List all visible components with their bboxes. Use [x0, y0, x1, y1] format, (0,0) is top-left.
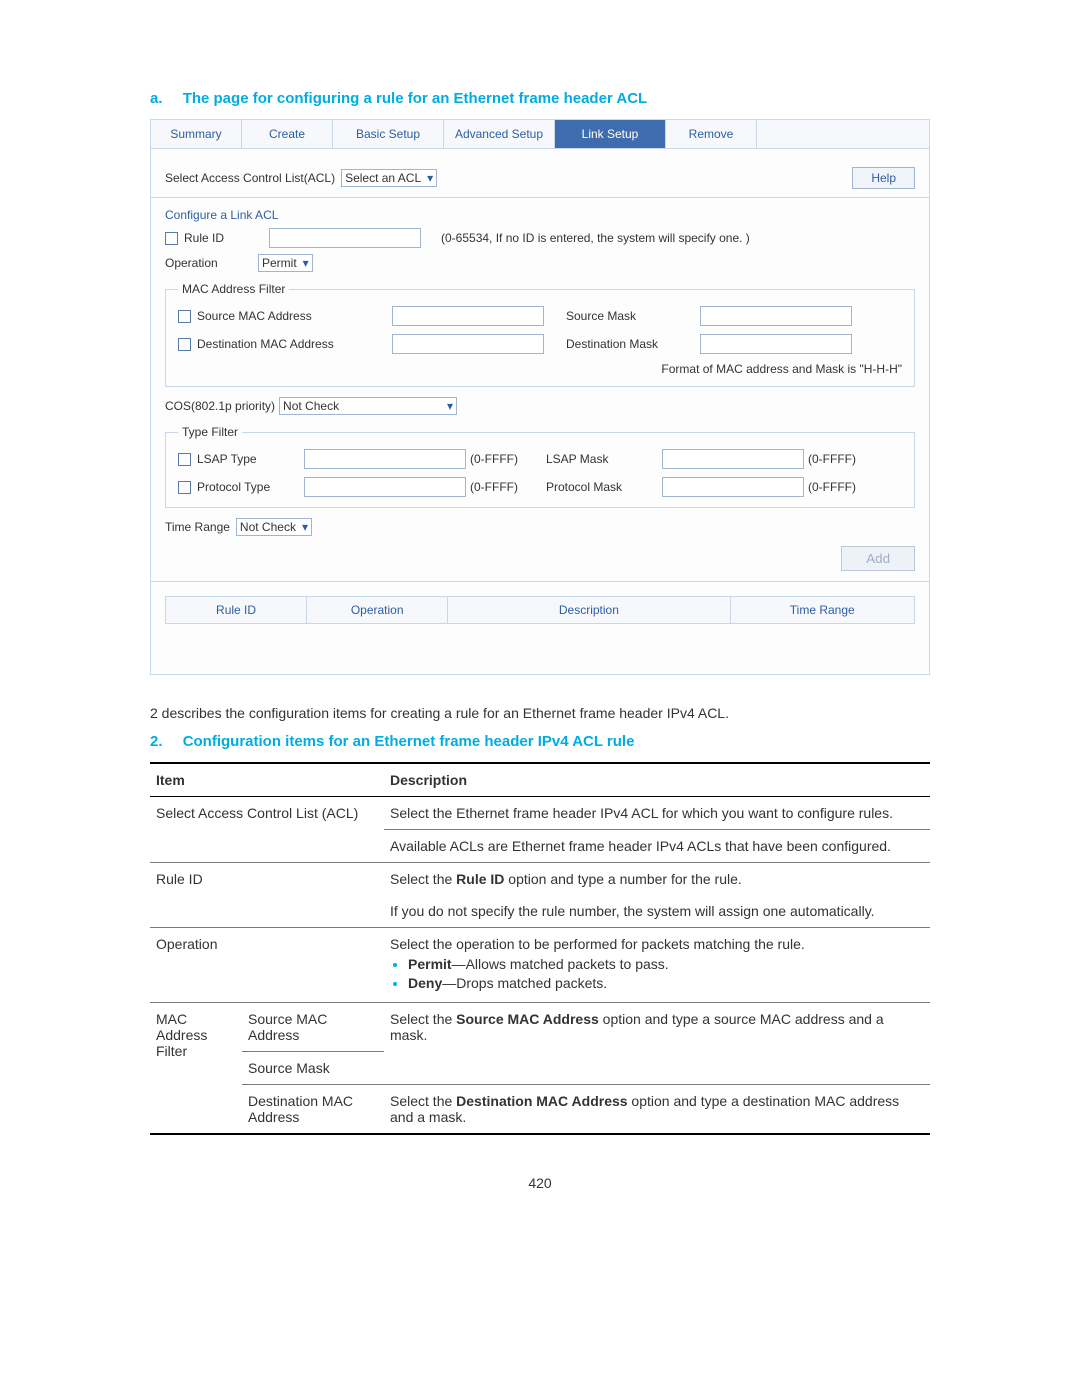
- lsap-type-range: (0-FFFF): [470, 452, 540, 466]
- mac-address-filter-group: MAC Address Filter Source MAC Address So…: [165, 282, 915, 387]
- cell-select-acl-desc2: Available ACLs are Ethernet frame header…: [384, 830, 930, 863]
- protocol-type-checkbox[interactable]: [178, 481, 191, 494]
- rule-id-label: Rule ID: [184, 231, 259, 245]
- operation-label: Operation: [165, 256, 258, 270]
- protocol-type-range: (0-FFFF): [470, 480, 540, 494]
- source-mac-label: Source MAC Address: [197, 309, 312, 323]
- chevron-down-icon: ▾: [303, 256, 309, 270]
- help-button[interactable]: Help: [852, 167, 915, 189]
- cell-mac-filter-group: MAC Address Filter: [150, 1003, 242, 1135]
- col-rule-id: Rule ID: [166, 597, 307, 623]
- type-filter-group: Type Filter LSAP Type (0-FFFF) LSAP Mask…: [165, 425, 915, 508]
- time-range-label: Time Range: [165, 520, 230, 534]
- chevron-down-icon: ▾: [302, 520, 308, 534]
- cell-rule-id-desc2: If you do not specify the rule number, t…: [384, 895, 930, 928]
- lsap-mask-label: LSAP Mask: [546, 452, 656, 466]
- dest-mask-input[interactable]: [700, 334, 852, 354]
- cos-label: COS(802.1p priority): [165, 399, 275, 413]
- rule-id-hint: (0-65534, If no ID is entered, the syste…: [441, 231, 750, 245]
- th-description: Description: [384, 763, 930, 797]
- protocol-mask-input[interactable]: [662, 477, 804, 497]
- source-mask-label: Source Mask: [566, 309, 686, 323]
- cell-operation-desc: Select the operation to be performed for…: [384, 928, 930, 1003]
- tab-remove[interactable]: Remove: [666, 120, 757, 148]
- rule-id-input[interactable]: [269, 228, 421, 248]
- dest-mask-label: Destination Mask: [566, 337, 686, 351]
- table-caption: 2. Configuration items for an Ethernet f…: [150, 733, 930, 750]
- acl-select-label: Select Access Control List(ACL): [165, 171, 335, 185]
- cell-operation: Operation: [150, 928, 384, 1003]
- chevron-down-icon: ▾: [447, 399, 453, 413]
- time-range-select[interactable]: Not Check ▾: [236, 518, 312, 536]
- rule-id-checkbox[interactable]: [165, 232, 178, 245]
- table-caption-text: Configuration items for an Ethernet fram…: [183, 733, 635, 750]
- cell-dest-mac: Destination MAC Address: [242, 1085, 384, 1135]
- tab-spacer: [757, 120, 929, 148]
- table-caption-marker: 2.: [150, 733, 163, 750]
- cell-dest-mac-desc: Select the Destination MAC Address optio…: [384, 1085, 930, 1135]
- caption-text: The page for configuring a rule for an E…: [183, 90, 648, 107]
- lsap-type-input[interactable]: [304, 449, 466, 469]
- cos-select[interactable]: Not Check ▾: [279, 397, 457, 415]
- source-mac-input[interactable]: [392, 306, 544, 326]
- tab-link-setup[interactable]: Link Setup: [555, 120, 666, 148]
- list-item: Deny—Drops matched packets.: [408, 975, 924, 991]
- tab-basic-setup[interactable]: Basic Setup: [333, 120, 444, 148]
- type-filter-legend: Type Filter: [178, 425, 242, 439]
- col-description: Description: [448, 597, 730, 623]
- protocol-mask-label: Protocol Mask: [546, 480, 656, 494]
- operation-select[interactable]: Permit ▾: [258, 254, 313, 272]
- protocol-type-label: Protocol Type: [197, 480, 270, 494]
- col-time-range: Time Range: [731, 597, 914, 623]
- tab-advanced-setup[interactable]: Advanced Setup: [444, 120, 555, 148]
- configure-link-acl-title: Configure a Link ACL: [165, 208, 915, 222]
- col-operation: Operation: [307, 597, 448, 623]
- cell-source-mask: Source Mask: [242, 1052, 384, 1085]
- lsap-mask-input[interactable]: [662, 449, 804, 469]
- dest-mac-checkbox[interactable]: [178, 338, 191, 351]
- protocol-mask-range: (0-FFFF): [808, 480, 868, 494]
- cell-select-acl-desc1: Select the Ethernet frame header IPv4 AC…: [384, 797, 930, 830]
- lsap-type-label: LSAP Type: [197, 452, 257, 466]
- mac-format-hint: Format of MAC address and Mask is "H-H-H…: [178, 362, 902, 376]
- rules-table-header: Rule ID Operation Description Time Range: [165, 596, 915, 624]
- lsap-type-checkbox[interactable]: [178, 453, 191, 466]
- config-items-table: Item Description Select Access Control L…: [150, 762, 930, 1135]
- acl-select[interactable]: Select an ACL ▾: [341, 169, 437, 187]
- paragraph: 2 describes the configuration items for …: [150, 705, 930, 721]
- tab-create[interactable]: Create: [242, 120, 333, 148]
- caption-marker: a.: [150, 90, 163, 107]
- source-mac-checkbox[interactable]: [178, 310, 191, 323]
- acl-select-value: Select an ACL: [345, 171, 421, 185]
- protocol-type-input[interactable]: [304, 477, 466, 497]
- mac-filter-legend: MAC Address Filter: [178, 282, 289, 296]
- acl-config-panel: Summary Create Basic Setup Advanced Setu…: [150, 119, 930, 675]
- page-number: 420: [150, 1175, 930, 1191]
- tab-bar: Summary Create Basic Setup Advanced Setu…: [151, 120, 929, 149]
- tab-summary[interactable]: Summary: [151, 120, 242, 148]
- cell-rule-id-desc1: Select the Rule ID option and type a num…: [384, 863, 930, 896]
- figure-caption: a. The page for configuring a rule for a…: [150, 90, 930, 107]
- source-mask-input[interactable]: [700, 306, 852, 326]
- operation-value: Permit: [262, 256, 297, 270]
- cell-source-mac-desc: Select the Source MAC Address option and…: [384, 1003, 930, 1085]
- chevron-down-icon: ▾: [427, 171, 433, 185]
- cell-source-mac: Source MAC Address: [242, 1003, 384, 1052]
- list-item: Permit—Allows matched packets to pass.: [408, 956, 924, 972]
- cos-value: Not Check: [283, 399, 339, 413]
- lsap-mask-range: (0-FFFF): [808, 452, 868, 466]
- time-range-value: Not Check: [240, 520, 296, 534]
- cell-select-acl: Select Access Control List (ACL): [150, 797, 384, 863]
- cell-rule-id: Rule ID: [150, 863, 384, 928]
- dest-mac-label: Destination MAC Address: [197, 337, 334, 351]
- th-item: Item: [150, 763, 384, 797]
- add-button[interactable]: Add: [841, 546, 915, 571]
- dest-mac-input[interactable]: [392, 334, 544, 354]
